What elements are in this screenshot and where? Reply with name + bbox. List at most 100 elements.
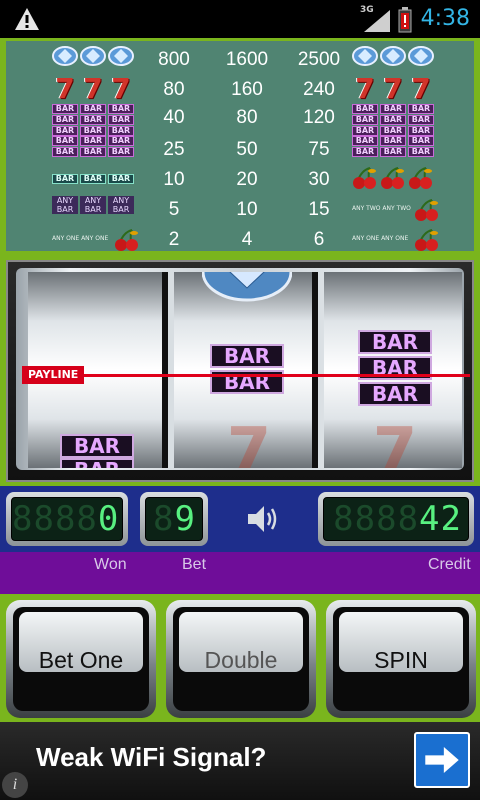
reel-divider bbox=[312, 272, 318, 468]
counter-panel: 88880 89 888842 bbox=[0, 486, 480, 552]
spin-label: SPIN bbox=[374, 647, 428, 673]
paytable-row: ANY BAR ANY BAR ANY BAR 5 10 15 ANY TWO ANY T… bbox=[6, 196, 474, 224]
reel-bar-symbol: BAR bbox=[60, 458, 134, 468]
paytable-row: BAR BAR BAR BAR BAR BAR 25 50 75 BAR BAR BAR BAR… bbox=[6, 136, 474, 164]
cherry-icon bbox=[115, 229, 138, 251]
cherry-icon bbox=[415, 199, 438, 221]
seven-icon: 7 bbox=[111, 72, 131, 105]
paytable-row: BAR BAR BAR 10 20 30 bbox=[6, 166, 474, 194]
won-label: Won bbox=[94, 556, 127, 573]
any-one-cherry-symbols: ANY ONE ANY ONE bbox=[352, 226, 442, 254]
warning-icon bbox=[15, 8, 39, 30]
diamond-icon bbox=[408, 46, 434, 66]
seven-icon: 7 bbox=[372, 415, 418, 468]
triple-bar-icon: BAR BAR BAR bbox=[380, 104, 406, 137]
reel-bar-symbol: BAR bbox=[358, 382, 432, 406]
info-icon[interactable]: i bbox=[2, 772, 28, 798]
clock: 4:38 bbox=[420, 6, 470, 31]
double-bar-icon: BAR BAR bbox=[380, 136, 406, 158]
single-bar-icon: BAR bbox=[80, 174, 106, 185]
payout-3-coin: 75 bbox=[308, 139, 330, 160]
cherry-icon bbox=[415, 229, 438, 251]
diamond-icon bbox=[80, 46, 106, 66]
paytable-panel: 800 1600 2500 777 80 160 240 777 BAR BAR… bbox=[6, 41, 474, 251]
reel-frame: BAR BAR BAR BAR 7 BAR BAR BAR 7 bbox=[0, 256, 480, 486]
seven-icon: 7 bbox=[226, 415, 272, 468]
control-buttons: Bet One Double SPIN bbox=[0, 594, 480, 722]
any-bar-icon: ANY BAR bbox=[52, 196, 78, 214]
double-bar-icon: BAR BAR bbox=[108, 136, 134, 158]
slot-machine-screen: 3G 4:38 800 1600 2500 7 7 7 80 160 240 7… bbox=[0, 0, 480, 800]
diamond-symbols bbox=[52, 46, 142, 74]
spin-button[interactable]: SPIN bbox=[326, 600, 476, 718]
paytable-row: BAR BAR BAR BAR BAR BAR BAR BAR BAR 40 80 120 BA… bbox=[6, 104, 474, 136]
bet-value: 9 bbox=[174, 499, 196, 539]
reel-divider bbox=[162, 272, 168, 468]
counter-labels: Won Bet Credit bbox=[0, 552, 480, 594]
reel-window: BAR BAR BAR BAR 7 BAR BAR BAR 7 bbox=[6, 260, 474, 482]
seven-symbols: 777 bbox=[52, 72, 142, 105]
reel-3[interactable]: BAR BAR BAR 7 bbox=[324, 272, 462, 468]
credit-label: Credit bbox=[428, 556, 471, 573]
double-button[interactable]: Double bbox=[166, 600, 316, 718]
credit-ghost-digits: 8888 bbox=[333, 499, 420, 539]
payout-1-coin: 5 bbox=[168, 199, 180, 220]
payout-1-coin: 40 bbox=[163, 107, 185, 128]
payout-1-coin: 25 bbox=[163, 139, 185, 160]
payout-1-coin: 10 bbox=[163, 169, 185, 190]
triple-bar-icon: BAR BAR BAR bbox=[108, 104, 134, 137]
won-ghost-digits: 8888 bbox=[12, 499, 98, 539]
paytable: 800 1600 2500 777 80 160 240 777 BAR BAR… bbox=[0, 38, 480, 256]
payout-2-coin: 10 bbox=[236, 199, 258, 220]
reel-bar-symbol: BAR bbox=[60, 434, 134, 458]
payout-3-coin: 6 bbox=[313, 229, 325, 250]
triple-bar-symbols: BAR BAR BAR BAR BAR BAR BAR BAR BAR bbox=[352, 104, 442, 136]
payout-2-coin: 50 bbox=[236, 139, 258, 160]
any-one-label: ANY ONE ANY ONE bbox=[352, 235, 409, 242]
any-bar-icon: ANY BAR bbox=[108, 196, 134, 214]
double-bar-icon: BAR BAR bbox=[408, 136, 434, 158]
seven-icon: 7 bbox=[83, 72, 103, 105]
diamond-icon bbox=[380, 46, 406, 66]
won-value: 0 bbox=[97, 499, 120, 539]
payout-1-coin: 80 bbox=[163, 79, 185, 100]
cherry-icon bbox=[409, 167, 432, 189]
payline-label: PAYLINE bbox=[22, 366, 85, 384]
credit-value: 42 bbox=[419, 499, 462, 539]
any-one-cherry-symbols: ANY ONE ANY ONE bbox=[52, 226, 142, 254]
paytable-row: ANY ONE ANY ONE 2 4 6 ANY ONE ANY ONE bbox=[6, 226, 474, 254]
diamond-icon bbox=[52, 46, 78, 66]
payout-2-coin: 4 bbox=[241, 229, 253, 250]
double-bar-icon: BAR BAR bbox=[80, 136, 106, 158]
payout-3-coin: 30 bbox=[308, 169, 330, 190]
payout-1-coin: 800 bbox=[158, 49, 190, 70]
seven-icon: 7 bbox=[383, 72, 403, 105]
cherry-icon bbox=[353, 167, 376, 189]
speaker-icon[interactable] bbox=[244, 502, 280, 536]
payout-1-coin: 2 bbox=[168, 229, 180, 250]
arrow-right-icon[interactable] bbox=[414, 732, 470, 788]
double-bar-icon: BAR BAR bbox=[52, 136, 78, 158]
payout-3-coin: 240 bbox=[303, 79, 335, 100]
any-bar-icon: ANY BAR bbox=[80, 196, 106, 214]
bet-display: 89 bbox=[140, 492, 208, 546]
payline bbox=[26, 374, 470, 377]
reel-2[interactable]: BAR BAR 7 bbox=[174, 272, 312, 468]
seven-icon: 7 bbox=[411, 72, 431, 105]
payout-3-coin: 120 bbox=[303, 107, 335, 128]
status-bar: 3G 4:38 bbox=[0, 0, 480, 38]
payout-3-coin: 15 bbox=[308, 199, 330, 220]
any-one-label: ANY ONE ANY ONE bbox=[52, 235, 109, 242]
triple-bar-icon: BAR BAR BAR bbox=[80, 104, 106, 137]
signal-icon bbox=[364, 10, 390, 32]
ad-headline[interactable]: Weak WiFi Signal? bbox=[36, 742, 266, 773]
any-two-label: ANY TWO ANY TWO bbox=[352, 205, 411, 212]
bet-one-button[interactable]: Bet One bbox=[6, 600, 156, 718]
ad-banner[interactable]: Weak WiFi Signal? i bbox=[0, 722, 480, 800]
payout-2-coin: 160 bbox=[231, 79, 263, 100]
triple-bar-icon: BAR BAR BAR bbox=[352, 104, 378, 137]
reel-bar-symbol: BAR bbox=[358, 330, 432, 354]
diamond-icon bbox=[352, 46, 378, 66]
single-bar-symbols: BAR BAR BAR bbox=[52, 166, 142, 194]
triple-bar-icon: BAR BAR BAR bbox=[52, 104, 78, 137]
